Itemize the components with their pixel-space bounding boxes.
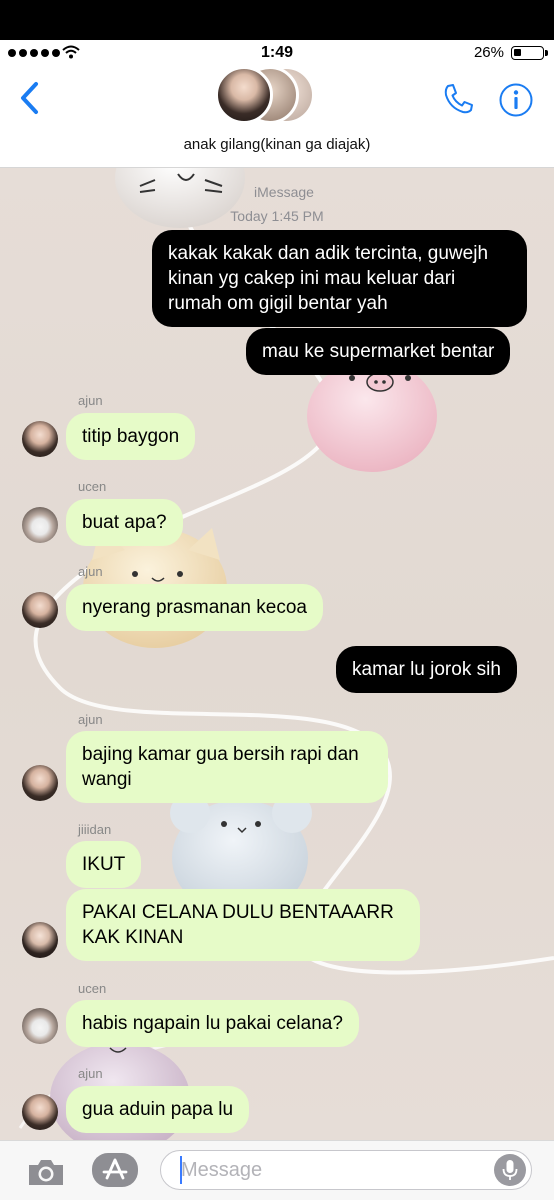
message-thread[interactable]: iMessage Today 1:45 PM kakak kakak dan a… [0,168,554,1140]
microphone-icon [502,1160,518,1180]
battery-percentage: 26% [473,44,504,61]
phone-icon[interactable] [442,82,476,116]
sender-name: ajun [78,1066,103,1081]
sender-name: ajun [78,712,103,727]
outgoing-message[interactable]: kakak kakak dan adik tercinta, guwejh ki… [152,230,527,327]
sender-avatar[interactable] [22,1008,58,1044]
message-input[interactable] [160,1150,532,1190]
incoming-message[interactable]: nyerang prasmanan kecoa [66,584,323,631]
service-label: iMessage [254,184,314,200]
incoming-message[interactable]: titip baygon [66,413,196,460]
sender-avatar[interactable] [22,592,58,628]
battery-icon [511,46,548,60]
incoming-message[interactable]: IKUT [66,841,142,888]
incoming-message[interactable]: bajing kamar gua bersih rapi dan wangi [66,731,388,803]
outgoing-message[interactable]: kamar lu jorok sih [336,646,517,693]
sender-avatar[interactable] [22,765,58,801]
sender-name: ucen [78,479,107,494]
camera-icon[interactable] [26,1157,66,1187]
app-store-icon [102,1158,128,1180]
message-composer [0,1140,554,1200]
message-timestamp: Today 1:45 PM [230,208,324,224]
microphone-button[interactable] [494,1154,526,1186]
group-avatar [215,66,273,124]
sender-avatar[interactable] [22,421,58,457]
app-store-button[interactable] [92,1153,138,1187]
group-avatars[interactable] [215,66,345,128]
battery-level [514,49,521,56]
sender-name: ajun [78,564,103,579]
outgoing-message[interactable]: mau ke supermarket bentar [246,328,511,375]
incoming-message[interactable]: buat apa? [66,499,183,546]
incoming-message[interactable]: gua aduin papa lu [66,1086,250,1133]
conversation-header: 1:49 26% anak gilang(kinan ga diajak) [0,40,554,168]
chevron-left-icon[interactable] [16,78,46,118]
sender-avatar[interactable] [22,1094,58,1130]
info-icon[interactable] [498,82,534,118]
status-time: 1:49 [260,44,294,61]
sender-avatar[interactable] [22,507,58,543]
top-black-bar [0,0,554,40]
status-bar: 1:49 26% [0,40,554,66]
sender-avatar[interactable] [22,922,58,958]
text-cursor [180,1156,182,1184]
group-name[interactable]: anak gilang(kinan ga diajak) [0,136,554,153]
sender-name: jiiidan [78,822,112,837]
incoming-message[interactable]: PAKAI CELANA DULU BENTAAARR KAK KINAN [66,889,420,961]
sender-name: ajun [78,393,103,408]
incoming-message[interactable]: habis ngapain lu pakai celana? [66,1000,359,1047]
sender-name: ucen [78,981,107,996]
